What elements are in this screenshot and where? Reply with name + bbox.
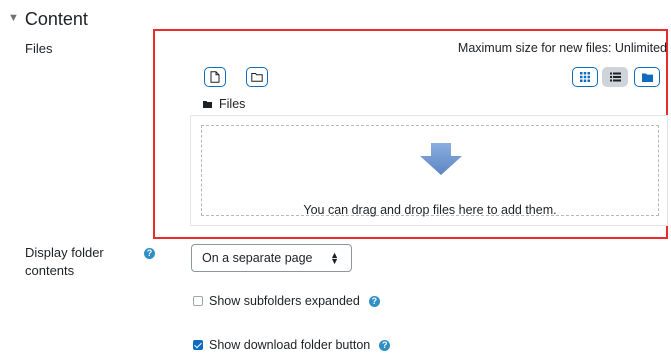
help-icon[interactable]: ? [379, 339, 391, 351]
show-subfolders-row: Show subfolders expanded ? [193, 294, 380, 308]
show-subfolders-label[interactable]: Show subfolders expanded [209, 294, 360, 308]
dropzone-border: You can drag and drop files here to add … [201, 125, 659, 217]
view-tree-button[interactable] [634, 67, 660, 87]
dropzone-text: You can drag and drop files here to add … [303, 203, 557, 217]
add-file-button[interactable] [204, 67, 226, 87]
view-icons-button[interactable] [572, 67, 598, 87]
show-download-row: Show download folder button ? [193, 338, 391, 352]
list-icon [609, 72, 621, 82]
show-download-checkbox[interactable] [193, 340, 203, 350]
show-subfolders-checkbox[interactable] [193, 296, 203, 306]
folder-icon [203, 100, 212, 108]
folder-icon [251, 73, 263, 82]
max-size-text: Maximum size for new files: Unlimited [457, 41, 667, 55]
file-dropzone[interactable]: You can drag and drop files here to add … [190, 115, 668, 226]
show-download-label[interactable]: Show download folder button [209, 338, 370, 352]
create-folder-button[interactable] [246, 67, 268, 87]
view-list-button[interactable] [602, 67, 628, 87]
help-icon[interactable]: ? [144, 248, 155, 259]
breadcrumb-label[interactable]: Files [219, 97, 245, 111]
file-icon [210, 71, 220, 83]
help-icon[interactable]: ? [368, 295, 380, 307]
display-folder-label: Display folder contents [25, 245, 104, 278]
display-contents-select[interactable]: On a separate page ▲ ▼ [191, 244, 352, 272]
section-header[interactable]: ▼ Content [8, 6, 88, 32]
download-arrow-icon [420, 143, 462, 175]
breadcrumb: Files [203, 97, 245, 111]
files-label: Files [25, 41, 53, 56]
section-title: Content [24, 8, 88, 29]
select-arrows-icon: ▲ ▼ [330, 250, 339, 266]
chevron-down-icon[interactable]: ▼ [8, 12, 19, 24]
grid-icon [580, 72, 590, 82]
select-value: On a separate page [202, 251, 313, 265]
folder-icon [641, 73, 653, 82]
